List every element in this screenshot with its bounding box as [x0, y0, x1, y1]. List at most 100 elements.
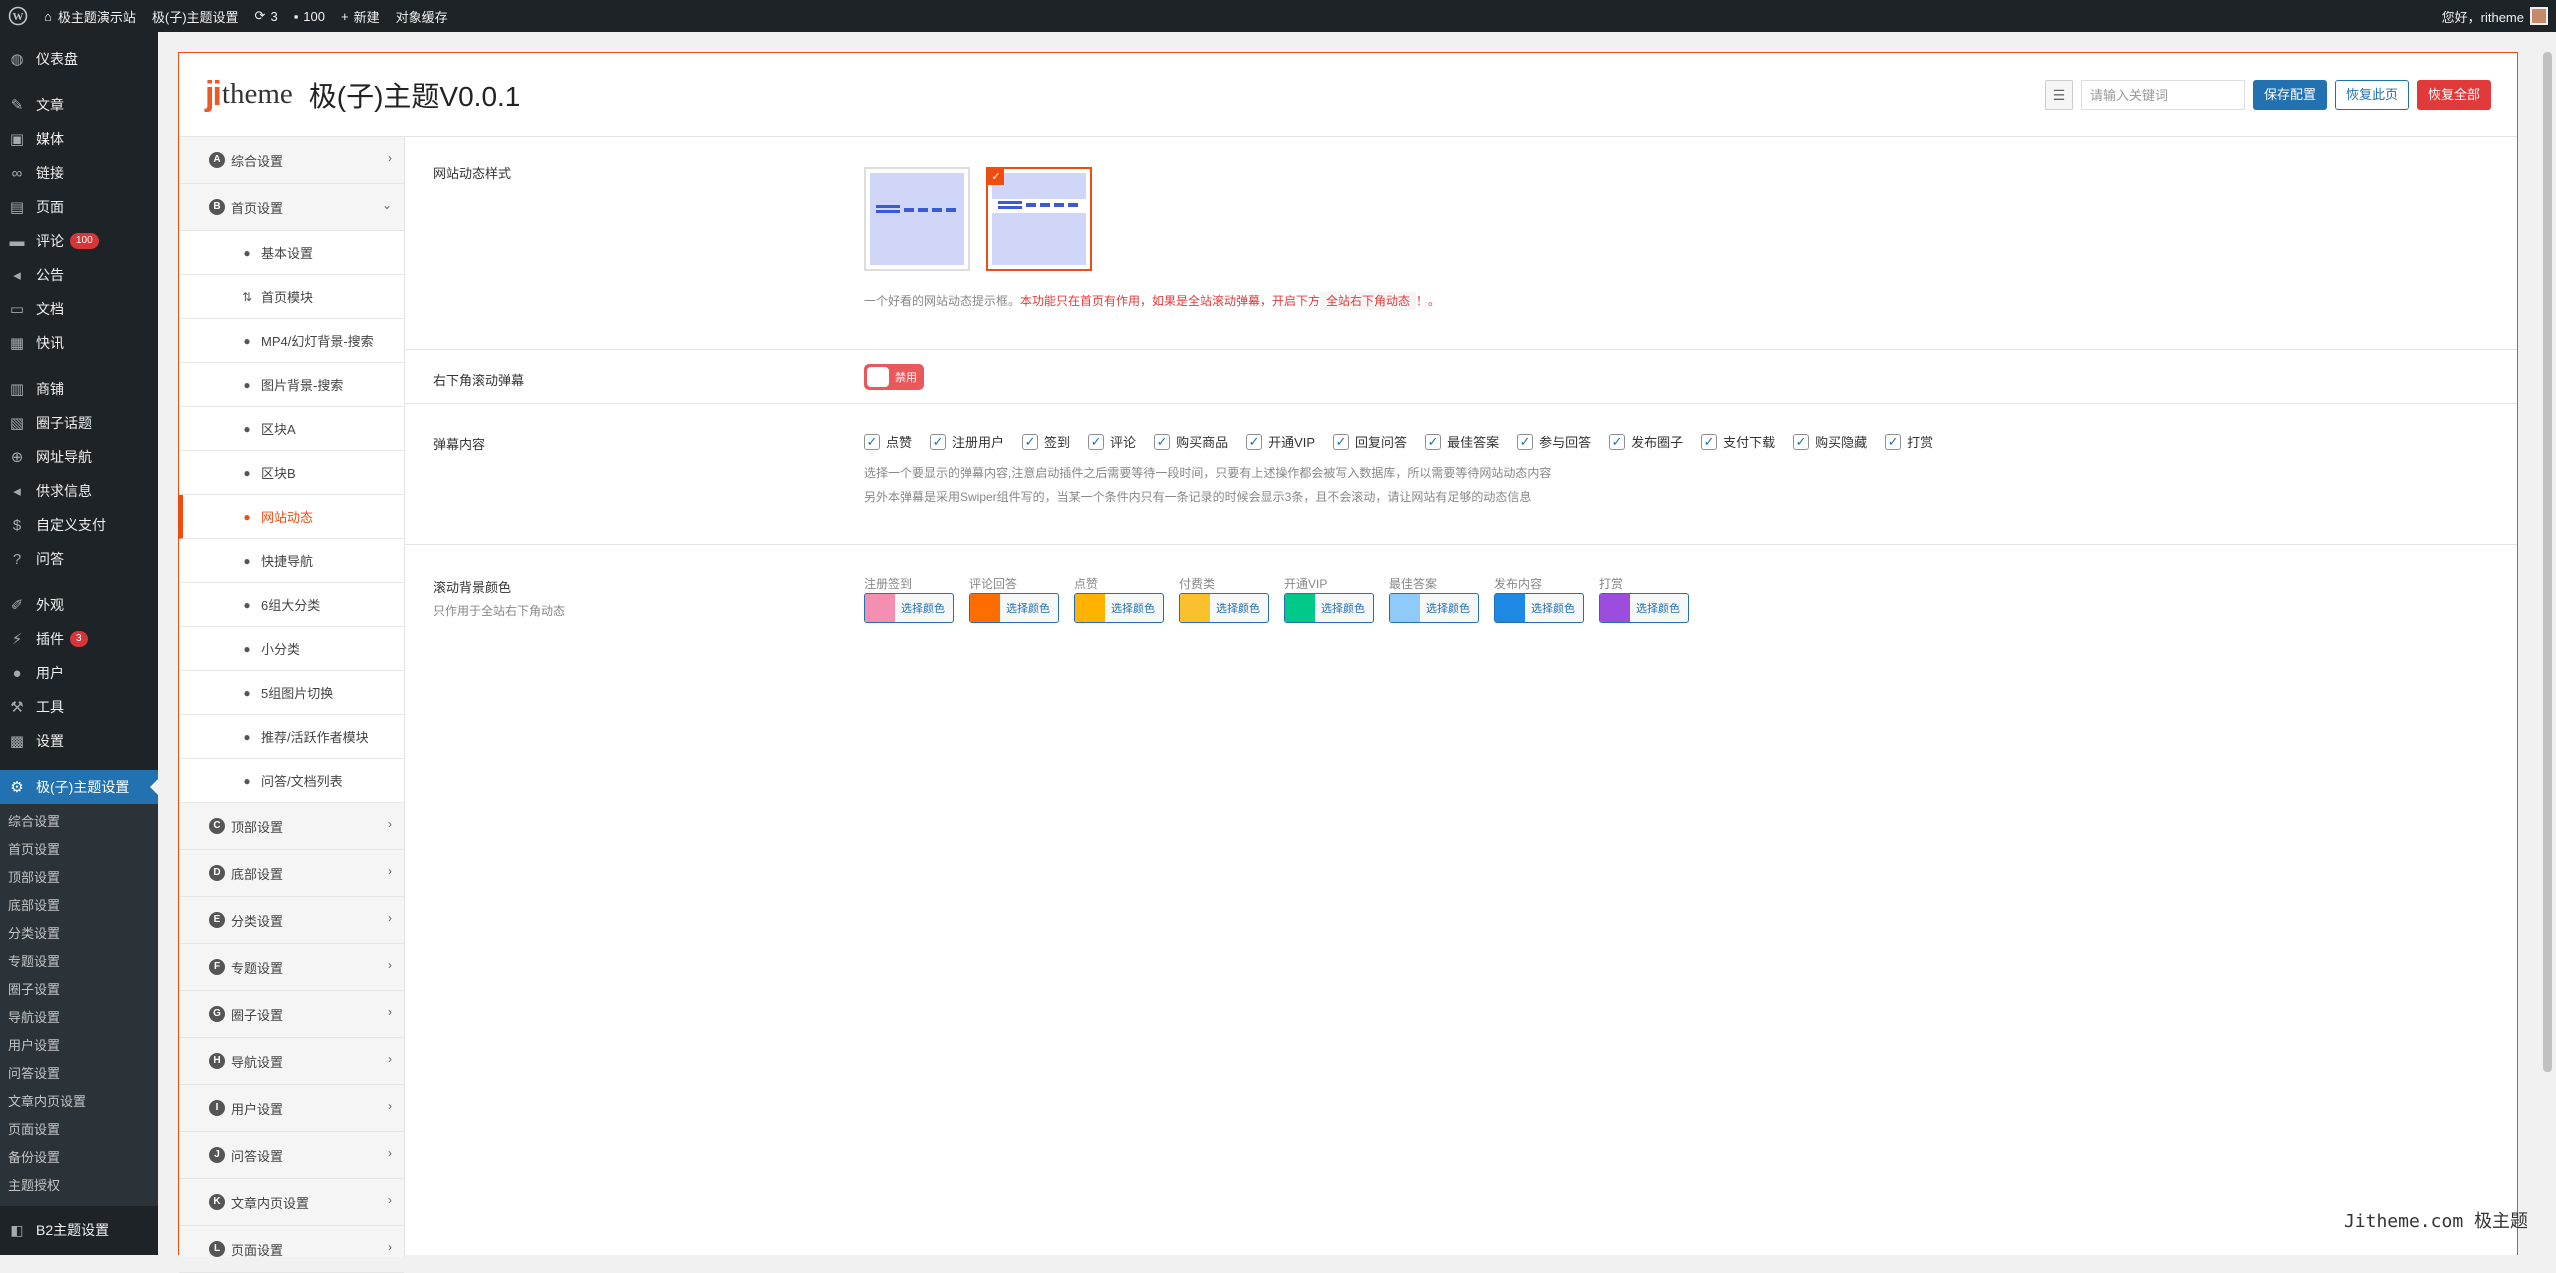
menu-item[interactable]: ▣媒体: [0, 122, 158, 156]
page-scrollbar[interactable]: [2539, 32, 2556, 1255]
menu-item[interactable]: ◂供求信息: [0, 474, 158, 508]
select-color-button[interactable]: 选择颜色: [1179, 593, 1269, 623]
search-input[interactable]: [2081, 80, 2245, 110]
wordpress-logo-icon[interactable]: W: [0, 0, 36, 32]
menu-item[interactable]: ▬评论100: [0, 224, 158, 258]
checkbox-option[interactable]: ✓最佳答案: [1425, 432, 1499, 451]
expand-all-icon[interactable]: ☰: [2045, 80, 2073, 110]
nav-section[interactable]: J问答设置›: [179, 1132, 404, 1179]
nav-subitem[interactable]: ●区块A: [179, 407, 404, 451]
nav-subitem-active[interactable]: ●网站动态: [179, 495, 404, 539]
checkbox-option[interactable]: ✓注册用户: [930, 432, 1004, 451]
select-color-button[interactable]: 选择颜色: [1599, 593, 1689, 623]
menu-item-current[interactable]: ⚙极(子)主题设置: [0, 770, 158, 804]
barrage-toggle[interactable]: 禁用: [864, 364, 924, 390]
submenu-item[interactable]: 问答设置: [0, 1060, 158, 1088]
select-color-button[interactable]: 选择颜色: [864, 593, 954, 623]
checkbox-option[interactable]: ✓签到: [1022, 432, 1070, 451]
checkbox-option[interactable]: ✓支付下载: [1701, 432, 1775, 451]
menu-item[interactable]: ⚒工具: [0, 690, 158, 724]
nav-subitem[interactable]: ●基本设置: [179, 231, 404, 275]
menu-item[interactable]: ∞链接: [0, 156, 158, 190]
nav-section-open[interactable]: B首页设置⌄: [179, 184, 404, 231]
select-color-button[interactable]: 选择颜色: [1284, 593, 1374, 623]
select-color-button[interactable]: 选择颜色: [1494, 593, 1584, 623]
scrollbar-thumb[interactable]: [2543, 52, 2552, 1072]
updates-link[interactable]: ⟳3: [247, 0, 286, 32]
submenu-item[interactable]: 导航设置: [0, 1004, 158, 1032]
restore-page-button[interactable]: 恢复此页: [2335, 80, 2409, 110]
submenu-item[interactable]: 顶部设置: [0, 864, 158, 892]
nav-subitem[interactable]: ●推荐/活跃作者模块: [179, 715, 404, 759]
select-color-button[interactable]: 选择颜色: [1389, 593, 1479, 623]
menu-item[interactable]: ?问答: [0, 542, 158, 576]
menu-item[interactable]: ●用户: [0, 656, 158, 690]
menu-item[interactable]: $自定义支付: [0, 508, 158, 542]
nav-section[interactable]: I用户设置›: [179, 1085, 404, 1132]
checkbox-option[interactable]: ✓开通VIP: [1246, 432, 1315, 451]
nav-section[interactable]: H导航设置›: [179, 1038, 404, 1085]
checkbox-option[interactable]: ✓评论: [1088, 432, 1136, 451]
nav-subitem[interactable]: ●图片背景-搜索: [179, 363, 404, 407]
comments-link[interactable]: ▪100: [286, 0, 333, 32]
menu-item[interactable]: ✐外观: [0, 588, 158, 622]
submenu-item[interactable]: 用户设置: [0, 1032, 158, 1060]
layout-option-1[interactable]: [864, 167, 970, 271]
menu-item[interactable]: ✎文章: [0, 88, 158, 122]
nav-subitem[interactable]: ●小分类: [179, 627, 404, 671]
nav-subitem[interactable]: ●快捷导航: [179, 539, 404, 583]
nav-subitem[interactable]: ●6组大分类: [179, 583, 404, 627]
select-color-button[interactable]: 选择颜色: [1074, 593, 1164, 623]
menu-item[interactable]: ⚡插件3: [0, 622, 158, 656]
submenu-item[interactable]: 分类设置: [0, 920, 158, 948]
nav-subitem[interactable]: ●5组图片切换: [179, 671, 404, 715]
checkbox-option[interactable]: ✓参与回答: [1517, 432, 1591, 451]
submenu-item[interactable]: 备份设置: [0, 1144, 158, 1172]
checkbox-option[interactable]: ✓回复问答: [1333, 432, 1407, 451]
nav-subitem[interactable]: ●MP4/幻灯背景-搜索: [179, 319, 404, 363]
nav-section[interactable]: E分类设置›: [179, 897, 404, 944]
submenu-item[interactable]: 综合设置: [0, 808, 158, 836]
save-button[interactable]: 保存配置: [2253, 80, 2327, 110]
checkbox-option[interactable]: ✓打赏: [1885, 432, 1933, 451]
menu-item[interactable]: ▦快讯: [0, 326, 158, 360]
nav-section[interactable]: L页面设置›: [179, 1226, 404, 1273]
submenu-item[interactable]: 主题授权: [0, 1172, 158, 1200]
nav-section[interactable]: F专题设置›: [179, 944, 404, 991]
checkbox-option[interactable]: ✓发布圈子: [1609, 432, 1683, 451]
menu-item[interactable]: ▭文档: [0, 292, 158, 326]
nav-section[interactable]: A综合设置›: [179, 137, 404, 184]
select-color-button[interactable]: 选择颜色: [969, 593, 1059, 623]
restore-all-button[interactable]: 恢复全部: [2417, 80, 2491, 110]
submenu-item[interactable]: 底部设置: [0, 892, 158, 920]
theme-settings-link[interactable]: 极(子)主题设置: [144, 0, 247, 32]
object-cache-link[interactable]: 对象缓存: [388, 0, 456, 32]
menu-item[interactable]: ▧圈子话题: [0, 406, 158, 440]
submenu-item[interactable]: 页面设置: [0, 1116, 158, 1144]
nav-subitem[interactable]: ●问答/文档列表: [179, 759, 404, 803]
menu-item[interactable]: ▩设置: [0, 724, 158, 758]
nav-section[interactable]: D底部设置›: [179, 850, 404, 897]
nav-subitem[interactable]: ⇅首页模块: [179, 275, 404, 319]
nav-section[interactable]: G圈子设置›: [179, 991, 404, 1038]
nav-section[interactable]: C顶部设置›: [179, 803, 404, 850]
checkbox-option[interactable]: ✓点赞: [864, 432, 912, 451]
nav-subitem[interactable]: ●区块B: [179, 451, 404, 495]
site-name-link[interactable]: ⌂极主题演示站: [36, 0, 144, 32]
menu-item-b2[interactable]: ◧B2主题设置: [0, 1212, 158, 1248]
new-content-link[interactable]: +新建: [333, 0, 388, 32]
menu-item[interactable]: ▥商铺: [0, 372, 158, 406]
my-account-link[interactable]: 您好，ritheme: [2434, 0, 2556, 32]
layout-option-2[interactable]: ✓: [986, 167, 1092, 271]
menu-item[interactable]: ◂公告: [0, 258, 158, 292]
submenu-item[interactable]: 专题设置: [0, 948, 158, 976]
submenu-item[interactable]: 圈子设置: [0, 976, 158, 1004]
nav-section[interactable]: K文章内页设置›: [179, 1179, 404, 1226]
checkbox-option[interactable]: ✓购买隐藏: [1793, 432, 1867, 451]
submenu-item[interactable]: 文章内页设置: [0, 1088, 158, 1116]
submenu-item[interactable]: 首页设置: [0, 836, 158, 864]
menu-item[interactable]: ▤页面: [0, 190, 158, 224]
menu-item[interactable]: ◍仪表盘: [0, 42, 158, 76]
checkbox-option[interactable]: ✓购买商品: [1154, 432, 1228, 451]
menu-item[interactable]: ⊕网址导航: [0, 440, 158, 474]
